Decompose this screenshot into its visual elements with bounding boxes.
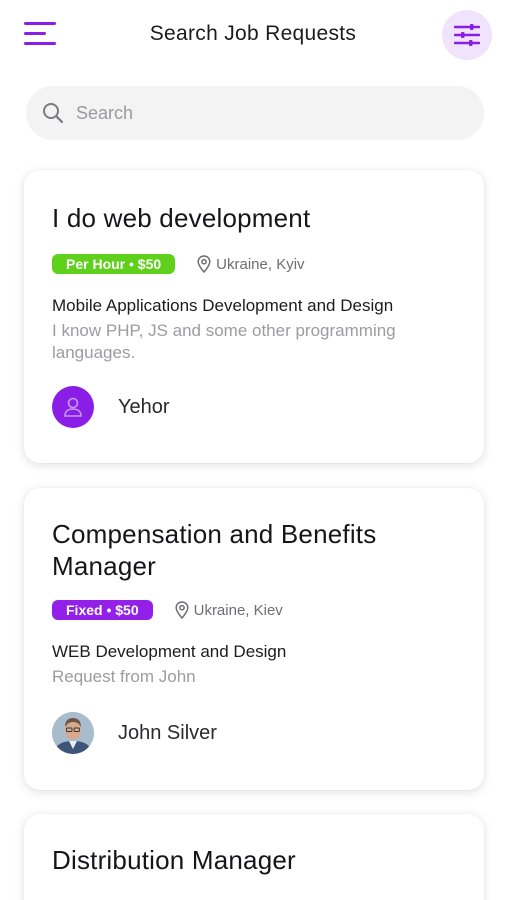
job-request-card[interactable]: Compensation and Benefits Manager Fixed …: [24, 488, 484, 790]
job-author: Yehor: [52, 386, 456, 428]
job-title: Distribution Manager: [52, 845, 296, 875]
app-header: Search Job Requests: [0, 0, 506, 70]
job-title: I do web development: [52, 203, 311, 233]
author-name: John Silver: [118, 721, 217, 744]
job-description: I know PHP, JS and some other programmin…: [52, 321, 396, 362]
job-subject: Mobile Applications Development and Desi…: [52, 296, 394, 315]
location-pin-icon: [175, 601, 189, 619]
filter-button[interactable]: [442, 10, 492, 60]
page-title: Search Job Requests: [149, 22, 357, 45]
job-subject: WEB Development and Design: [52, 642, 287, 661]
location: Ukraine, Kiev: [175, 601, 283, 619]
job-description: Request from John: [52, 667, 196, 686]
user-photo: [52, 712, 94, 754]
rate-badge: Fixed • $50: [52, 600, 153, 620]
location-text: Ukraine, Kiev: [193, 601, 283, 619]
avatar: [52, 386, 94, 428]
search-bar[interactable]: [26, 86, 484, 140]
search-icon: [43, 103, 64, 124]
location-pin-icon: [197, 255, 211, 273]
job-request-card[interactable]: I do web development Per Hour • $50 Ukra…: [24, 170, 484, 463]
rate-badge: Per Hour • $50: [52, 254, 176, 274]
job-request-card[interactable]: Distribution Manager: [24, 814, 484, 900]
sliders-filter-icon: [454, 24, 480, 46]
location: Ukraine, Kyiv: [197, 255, 305, 273]
user-placeholder-icon: [64, 397, 82, 417]
location-text: Ukraine, Kyiv: [216, 255, 305, 273]
job-meta: Fixed • $50 Ukraine, Kiev: [52, 600, 456, 620]
avatar: [52, 712, 94, 754]
job-author: John Silver: [52, 712, 456, 754]
job-title: Compensation and Benefits Manager: [52, 519, 377, 581]
job-meta: Per Hour • $50 Ukraine, Kyiv: [52, 254, 456, 274]
search-input[interactable]: [76, 102, 456, 124]
author-name: Yehor: [118, 395, 170, 418]
